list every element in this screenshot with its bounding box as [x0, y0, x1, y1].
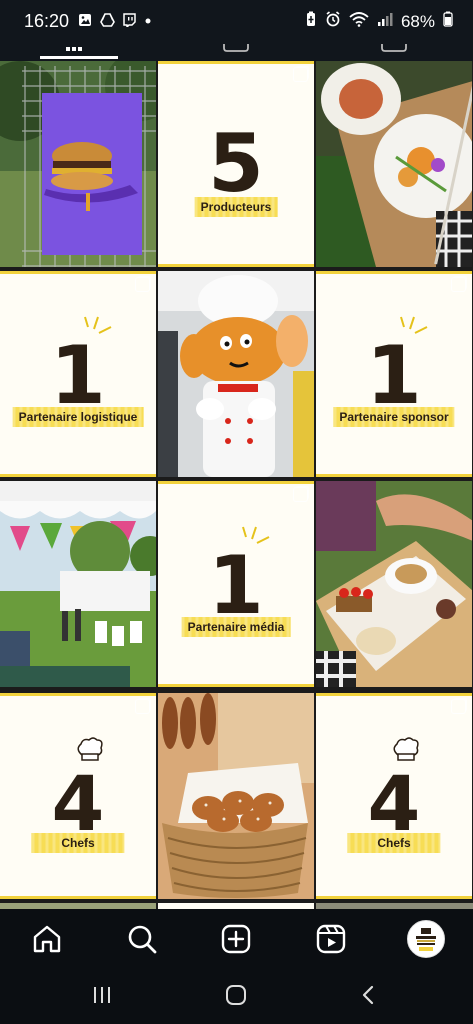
notification-icons [78, 13, 152, 32]
post-tile[interactable] [158, 693, 314, 899]
reels-tab-icon[interactable] [222, 44, 250, 54]
carousel-icon [135, 699, 150, 714]
signal-icon [377, 11, 393, 32]
carousel-icon [293, 487, 308, 502]
dessert-tray-photo [316, 481, 472, 687]
grid-tab-icon[interactable] [66, 44, 82, 54]
post-tile[interactable] [0, 61, 156, 267]
post-tile[interactable]: 4 Chefs [316, 693, 472, 899]
post-tile[interactable] [0, 481, 156, 687]
pretzel-basket-photo [158, 693, 314, 899]
recents-icon[interactable] [92, 985, 112, 1005]
post-tile[interactable] [316, 481, 472, 687]
active-tab-indicator [40, 56, 118, 59]
profile-avatar[interactable] [407, 920, 445, 958]
stat-label: Producteurs [194, 197, 278, 217]
search-icon[interactable] [126, 923, 158, 955]
stat-label: Chefs [347, 833, 441, 853]
post-tile[interactable]: 5 Producteurs [158, 61, 314, 267]
home-icon[interactable] [31, 923, 63, 955]
post-tile[interactable]: 4 Chefs [0, 693, 156, 899]
alarm-icon [325, 11, 341, 32]
post-tile[interactable] [158, 271, 314, 477]
carousel-icon [293, 67, 308, 82]
battery-icon [443, 11, 453, 32]
reels-icon[interactable] [315, 923, 347, 955]
post-tile[interactable]: 1 Partenaire média [158, 481, 314, 687]
post-tile[interactable]: 1 Partenaire logistique [0, 271, 156, 477]
twitch-icon [123, 13, 136, 32]
battery-saver-icon [305, 11, 317, 32]
chef-hat-icon [77, 737, 103, 761]
create-icon[interactable] [220, 923, 252, 955]
battery-percent: 68% [400, 11, 435, 31]
carousel-icon [135, 277, 150, 292]
clock: 16:20 [24, 11, 70, 31]
profile-logo-icon [416, 928, 436, 951]
profile-tab-strip [0, 44, 473, 62]
chef-hat-icon [393, 737, 419, 761]
dot-icon [144, 13, 152, 32]
home-button-icon[interactable] [225, 984, 247, 1006]
gallery-icon [78, 13, 92, 32]
posts-grid: 5 Producteurs 1 Partenaire logistique 1 … [0, 61, 473, 909]
plated-dish-photo [316, 61, 472, 267]
status-bar: 16:20 68% [0, 0, 473, 44]
stat-label: Partenaire logistique [12, 407, 144, 427]
drive-icon [100, 13, 115, 32]
tagged-tab-icon[interactable] [380, 44, 408, 54]
wifi-icon [349, 11, 369, 32]
stat-label: Partenaire sponsor [333, 407, 455, 427]
carousel-icon [451, 277, 466, 292]
stat-label: Chefs [31, 833, 125, 853]
system-navigation-bar [0, 971, 473, 1024]
bottom-navigation [0, 909, 473, 971]
stat-label: Partenaire média [181, 617, 291, 637]
post-tile[interactable] [316, 61, 472, 267]
post-tile[interactable]: 1 Partenaire sponsor [316, 271, 472, 477]
burger-poster-photo [0, 61, 156, 267]
carousel-icon [451, 699, 466, 714]
chef-mascot-photo [158, 271, 314, 477]
festival-tents-photo [0, 481, 156, 687]
back-icon[interactable] [360, 984, 376, 1006]
